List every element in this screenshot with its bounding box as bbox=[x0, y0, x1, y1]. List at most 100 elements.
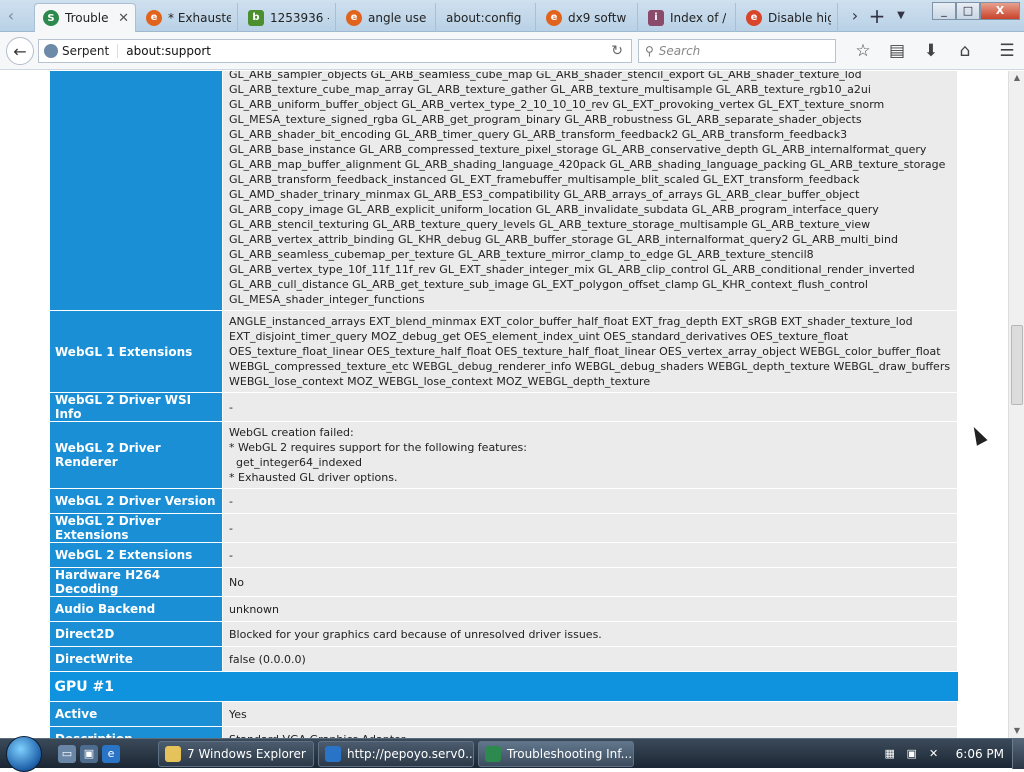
tab-label: Index of / bbox=[670, 10, 727, 25]
globe-icon: e bbox=[146, 9, 162, 26]
tab-about-config[interactable]: about:config bbox=[438, 3, 536, 32]
site-identity-icon[interactable] bbox=[44, 44, 58, 58]
tab-scroll-left-icon[interactable]: ‹ bbox=[0, 0, 22, 32]
row-key: WebGL 2 Driver Renderer bbox=[49, 421, 223, 489]
quick-launch: ▭ ▣ e bbox=[58, 745, 120, 763]
row-key bbox=[49, 71, 223, 311]
row-key: Active bbox=[49, 701, 223, 727]
taskbar-item-label: Troubleshooting Inf... bbox=[507, 747, 633, 761]
table-row: WebGL 2 Extensions - bbox=[49, 542, 958, 568]
search-placeholder: Search bbox=[658, 44, 701, 58]
start-button[interactable] bbox=[6, 736, 42, 772]
graphics-info-table: GL_ARB_sampler_objects GL_ARB_seamless_c… bbox=[49, 71, 958, 738]
back-button[interactable]: ← bbox=[6, 37, 34, 65]
bookmarks-list-icon[interactable]: ▤ bbox=[880, 39, 914, 63]
clock[interactable]: 6:06 PM bbox=[956, 747, 1004, 761]
row-value: No bbox=[222, 567, 958, 597]
ie-icon[interactable]: e bbox=[102, 745, 120, 763]
taskbar-item-ie[interactable]: http://pepoyo.serv0... bbox=[318, 741, 474, 767]
tab-troubleshooting[interactable]: S Trouble ✕ bbox=[34, 3, 136, 32]
minimize-button[interactable]: _ bbox=[932, 2, 956, 20]
tab-index-of[interactable]: i Index of / bbox=[640, 3, 736, 32]
table-row: Hardware H264 Decoding No bbox=[49, 567, 958, 597]
window-controls: _ □ X bbox=[932, 2, 1020, 20]
table-row: DirectWrite false (0.0.0.0) bbox=[49, 646, 958, 672]
scrollbar-thumb[interactable] bbox=[1011, 325, 1023, 405]
tab-label: Trouble bbox=[65, 11, 109, 25]
row-key: WebGL 2 Driver Extensions bbox=[49, 513, 223, 543]
show-desktop-button[interactable] bbox=[1012, 739, 1024, 769]
table-row: WebGL 2 Driver WSI Info - bbox=[49, 392, 958, 422]
tab-bug-1253936[interactable]: b 1253936 - bbox=[240, 3, 336, 32]
row-key: WebGL 2 Driver Version bbox=[49, 488, 223, 514]
close-window-button[interactable]: X bbox=[980, 2, 1020, 20]
taskbar: ▭ ▣ e 7 Windows Explorer http://pepoyo.s… bbox=[0, 736, 1024, 772]
taskbar-item-troubleshooting[interactable]: Troubleshooting Inf... bbox=[478, 741, 634, 767]
table-row: WebGL 1 Extensions ANGLE_instanced_array… bbox=[49, 310, 958, 393]
tab-list-chevron-down-icon[interactable]: ▼ bbox=[890, 0, 912, 32]
serpent-icon: S bbox=[43, 10, 59, 26]
url-bar[interactable]: Serpent about:support ↻ bbox=[38, 39, 632, 63]
scroll-up-icon[interactable]: ▲ bbox=[1009, 71, 1024, 85]
switch-windows-icon[interactable]: ▣ bbox=[80, 745, 98, 763]
table-row: WebGL 2 Driver Renderer WebGL creation f… bbox=[49, 421, 958, 489]
row-key: WebGL 2 Extensions bbox=[49, 542, 223, 568]
tab-exhausted[interactable]: e * Exhauste bbox=[138, 3, 238, 32]
reload-icon[interactable]: ↻ bbox=[603, 43, 631, 59]
globe-icon: e bbox=[546, 9, 562, 26]
page-content: GL_ARB_sampler_objects GL_ARB_seamless_c… bbox=[0, 71, 1008, 738]
row-value: GL_ARB_sampler_objects GL_ARB_seamless_c… bbox=[222, 71, 958, 311]
show-desktop-icon[interactable]: ▭ bbox=[58, 745, 76, 763]
table-row: Description Standard VGA Graphics Adapte… bbox=[49, 726, 958, 738]
tab-angle-use[interactable]: e angle use bbox=[338, 3, 436, 32]
taskbar-item-windows-explorer[interactable]: 7 Windows Explorer bbox=[158, 741, 314, 767]
tab-scroll-right-icon[interactable]: › bbox=[844, 0, 866, 32]
folder-icon bbox=[165, 746, 181, 762]
row-value: - bbox=[222, 542, 958, 568]
bookmark-star-icon[interactable]: ☆ bbox=[846, 39, 880, 63]
row-value: Standard VGA Graphics Adapter bbox=[222, 726, 958, 738]
tab-dx9-software[interactable]: e dx9 softw bbox=[538, 3, 638, 32]
search-input[interactable]: ⚲ Search bbox=[638, 39, 836, 63]
system-tray: ▦ ▣ ✕ 6:06 PM bbox=[882, 739, 1024, 769]
row-value: Yes bbox=[222, 701, 958, 727]
scroll-down-icon[interactable]: ▼ bbox=[1009, 724, 1024, 738]
row-key: Direct2D bbox=[49, 621, 223, 647]
menu-hamburger-icon[interactable]: ☰ bbox=[990, 39, 1024, 63]
taskbar-item-label: http://pepoyo.serv0... bbox=[347, 747, 474, 761]
maximize-button[interactable]: □ bbox=[956, 2, 980, 20]
navigation-bar: ← Serpent about:support ↻ ⚲ Search ☆ ▤ ⬇… bbox=[0, 32, 1024, 70]
table-row: WebGL 2 Driver Version - bbox=[49, 488, 958, 514]
monitor-icon[interactable]: ▣ bbox=[904, 747, 920, 761]
search-icon: ⚲ bbox=[645, 44, 654, 58]
new-tab-icon[interactable]: + bbox=[866, 0, 888, 32]
close-icon[interactable]: ✕ bbox=[114, 11, 129, 26]
site-identity-label: Serpent bbox=[62, 44, 119, 58]
tab-label: angle use bbox=[368, 10, 427, 25]
row-value: - bbox=[222, 392, 958, 422]
back-arrow-icon: ← bbox=[13, 41, 27, 61]
section-heading: GPU #1 bbox=[49, 671, 958, 702]
table-row: WebGL 2 Driver Extensions - bbox=[49, 513, 958, 543]
row-key: Description bbox=[49, 726, 223, 738]
home-icon[interactable]: ⌂ bbox=[948, 39, 982, 63]
table-row: GL_ARB_sampler_objects GL_ARB_seamless_c… bbox=[49, 71, 958, 311]
downloads-icon[interactable]: ⬇ bbox=[914, 39, 948, 63]
bug-icon: b bbox=[248, 9, 264, 26]
tab-label: Disable hig bbox=[768, 10, 831, 25]
vertical-scrollbar[interactable]: ▲ ▼ bbox=[1008, 71, 1024, 738]
tab-label: * Exhauste bbox=[168, 10, 231, 25]
row-value: - bbox=[222, 488, 958, 514]
row-value: Blocked for your graphics card because o… bbox=[222, 621, 958, 647]
tab-label: 1253936 - bbox=[270, 10, 329, 25]
tab-bar: ‹ S Trouble ✕ e * Exhauste b 1253936 - e… bbox=[0, 0, 1024, 32]
gpu-heading: GPU #1 bbox=[49, 671, 958, 702]
tab-label: about:config bbox=[446, 10, 522, 25]
network-icon[interactable]: ▦ bbox=[882, 747, 898, 761]
url-text[interactable]: about:support bbox=[118, 44, 603, 58]
row-value: unknown bbox=[222, 596, 958, 622]
tab-disable-high[interactable]: e Disable hig bbox=[738, 3, 838, 32]
table-row: Active Yes bbox=[49, 701, 958, 727]
row-value: ANGLE_instanced_arrays EXT_blend_minmax … bbox=[222, 310, 958, 393]
volume-muted-icon[interactable]: ✕ bbox=[926, 747, 942, 761]
